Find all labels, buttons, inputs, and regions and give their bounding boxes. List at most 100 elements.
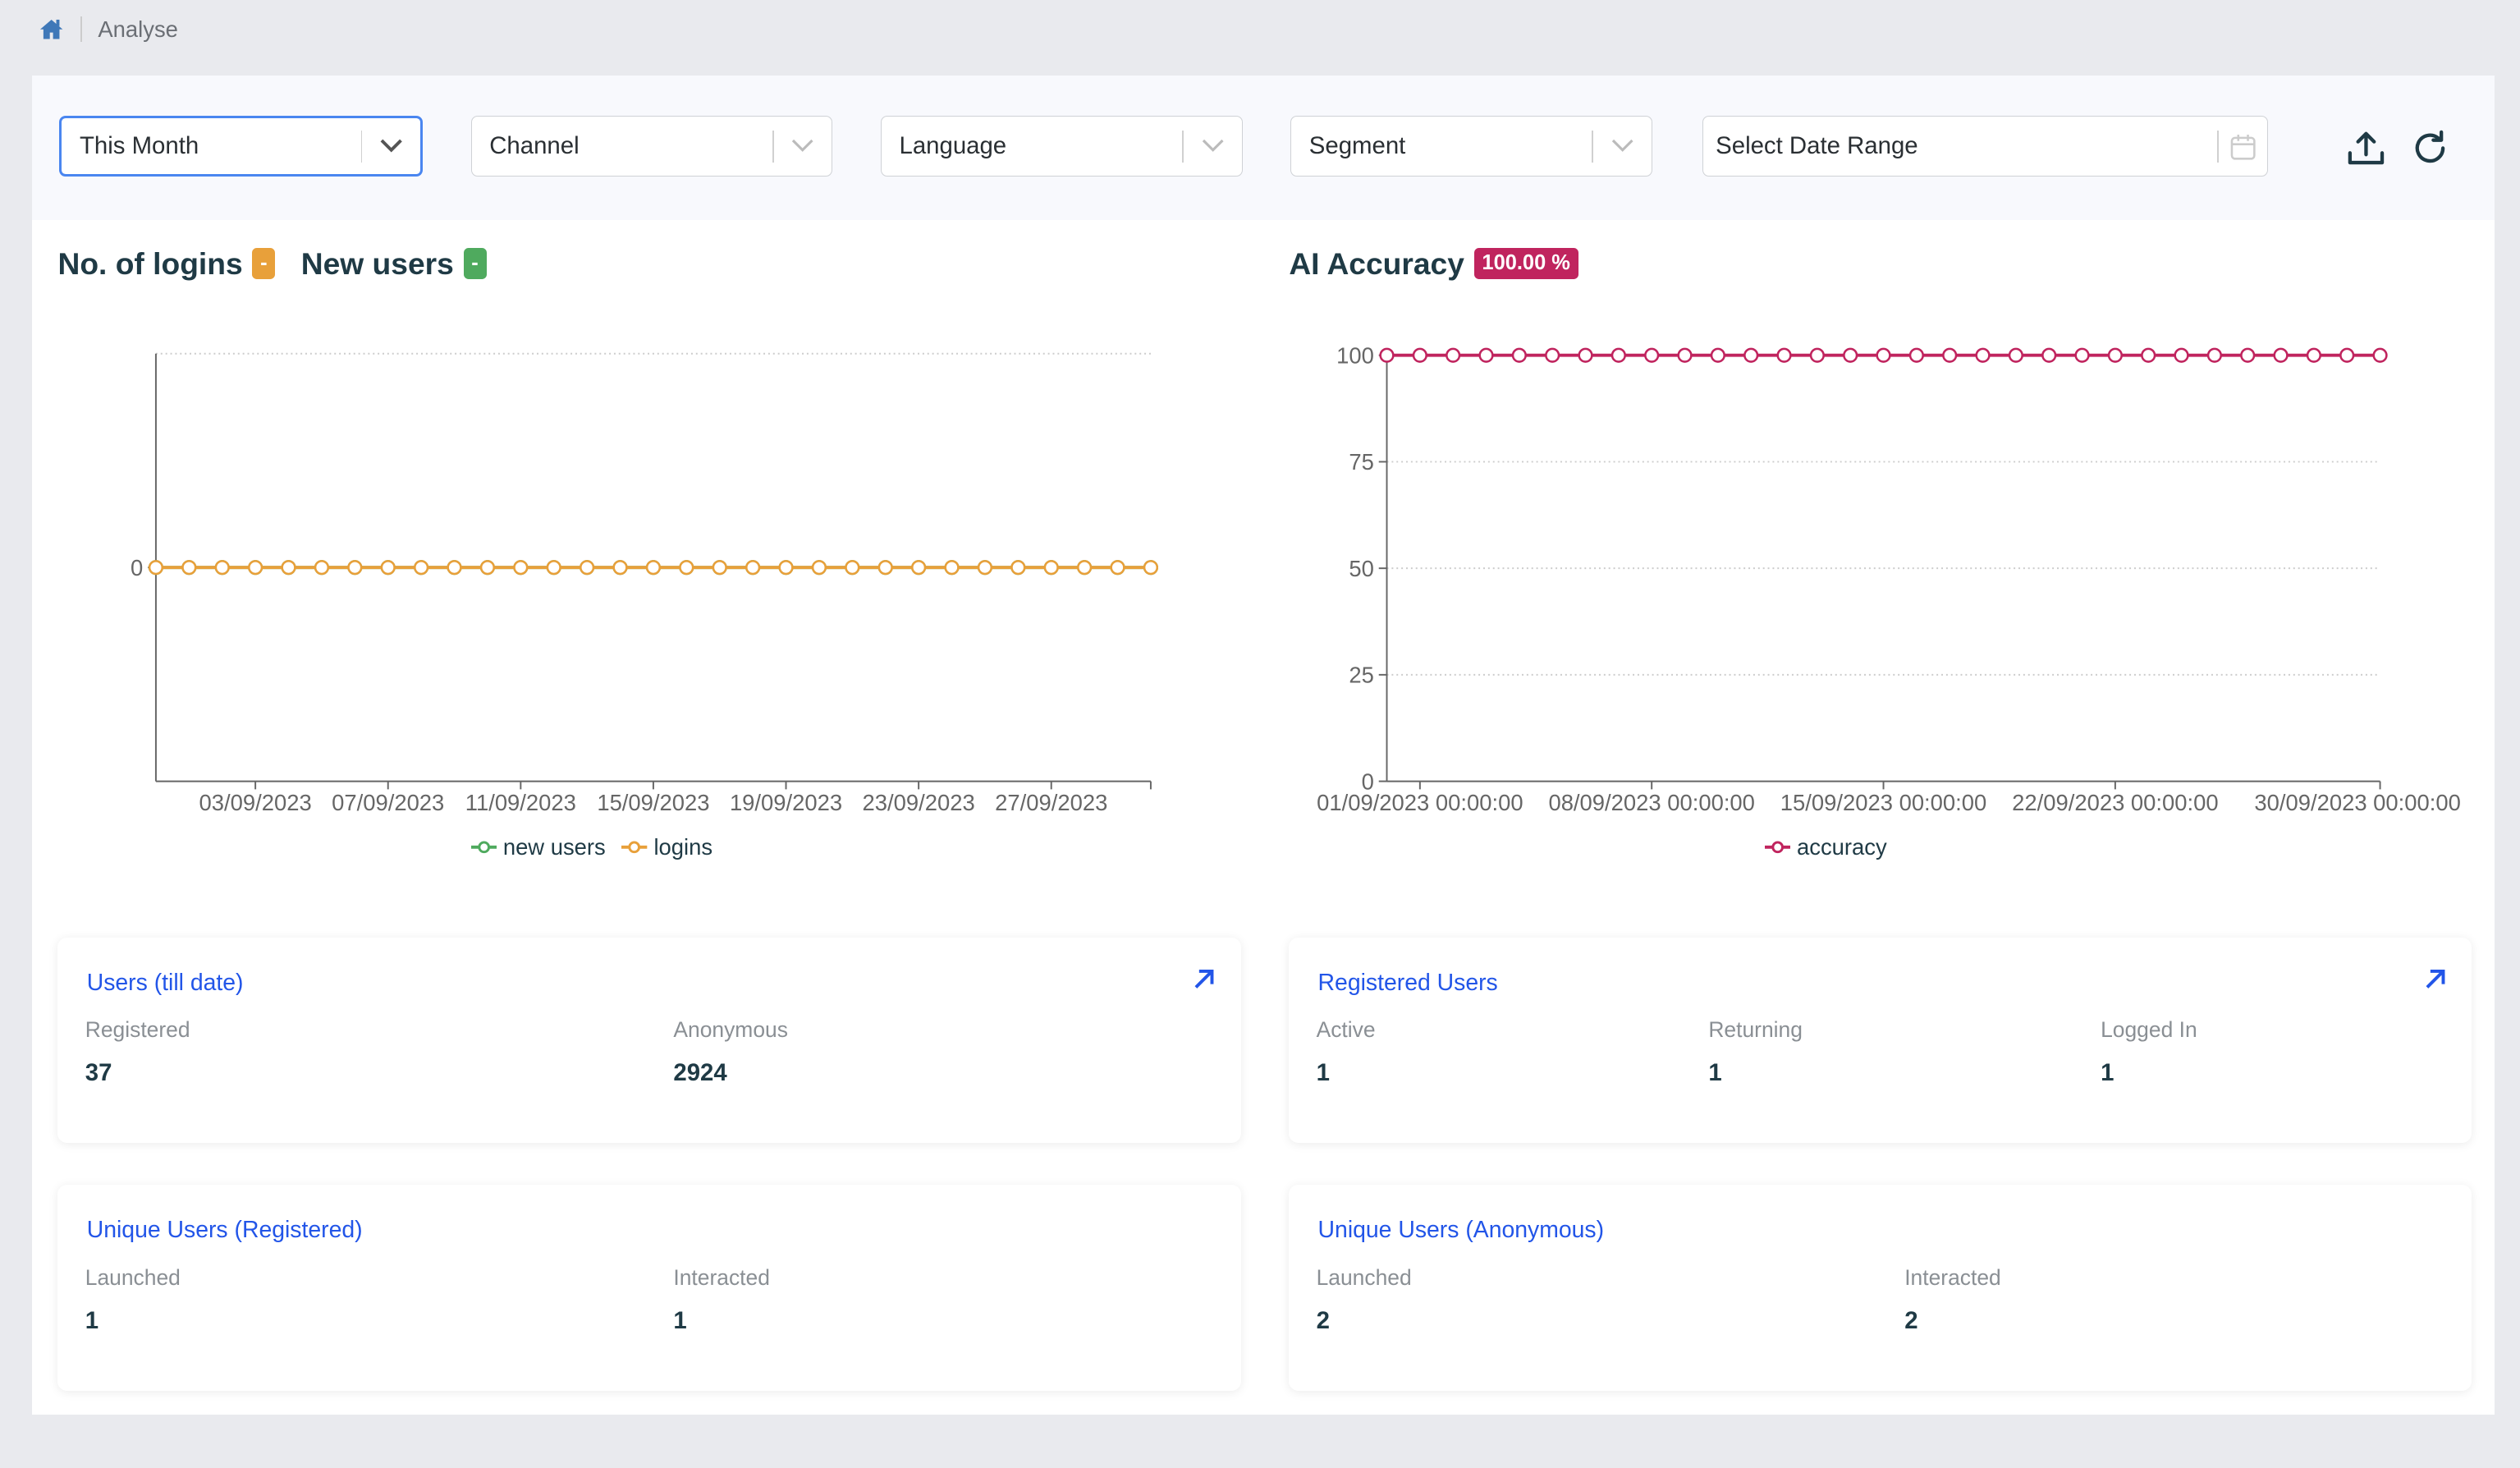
data-point (2174, 347, 2189, 363)
data-point (911, 560, 927, 576)
data-point (1478, 347, 1494, 363)
x-tick-label: 03/09/2023 (199, 790, 312, 815)
y-tick-label: 75 (1349, 449, 1374, 475)
x-tick-label: 19/09/2023 (730, 790, 842, 815)
y-tick-label: 0 (131, 555, 143, 580)
data-point (281, 560, 296, 576)
data-point (2372, 347, 2388, 363)
data-point (2141, 347, 2156, 363)
data-point (1379, 347, 1395, 363)
data-point (811, 560, 827, 576)
data-point (612, 560, 628, 576)
data-point (479, 560, 496, 576)
y-tick-label: 50 (1349, 556, 1374, 581)
data-point (2273, 347, 2289, 363)
x-tick-label: 27/09/2023 (995, 790, 1107, 815)
data-point (1909, 347, 1925, 363)
stat-interacted: Interacted 2 (1904, 1264, 2001, 1334)
data-point (845, 560, 860, 576)
unique-users-anonymous-card: Unique Users (Anonymous) Launched 2 Inter… (1289, 1185, 2472, 1391)
card-title: Unique Users (Anonymous) (1317, 1217, 1605, 1244)
data-point (1876, 347, 1891, 363)
data-point (148, 560, 164, 576)
legend-item-logins[interactable]: logins (621, 834, 712, 860)
legend-item-new-users[interactable]: new users (470, 834, 606, 860)
x-tick-label: 08/09/2023 00:00:00 (1549, 790, 1755, 815)
card-title: Registered Users (1317, 969, 1498, 996)
data-point (1545, 347, 1560, 363)
data-point (1010, 560, 1026, 576)
data-point (546, 560, 561, 576)
x-tick-label: 11/09/2023 (465, 790, 576, 815)
y-tick-label: 100 (1336, 343, 1374, 369)
accuracy-chart: 025507510001/09/2023 00:00:00 08/09/2023 … (1317, 343, 2461, 815)
data-point (1043, 560, 1059, 576)
card-title: Unique Users (Registered) (86, 1217, 363, 1244)
x-tick-label: 15/09/2023 (597, 790, 709, 815)
data-point (1578, 347, 1593, 363)
data-point (314, 560, 330, 576)
data-point (1710, 347, 1726, 363)
data-point (181, 560, 197, 576)
data-point (1743, 347, 1759, 363)
data-point (1809, 347, 1826, 363)
x-tick-label: 23/09/2023 (863, 790, 975, 815)
data-point (745, 560, 761, 576)
data-point (580, 560, 595, 576)
x-tick-label: 15/09/2023 00:00:00 (1780, 790, 1986, 815)
data-point (414, 560, 429, 576)
arrow-up-right-icon[interactable] (2424, 968, 2446, 990)
data-point (1110, 560, 1125, 576)
data-point (380, 560, 396, 576)
accuracy-chart-legend: accuracy (1764, 834, 1887, 860)
data-point (1644, 347, 1660, 363)
data-point (2009, 347, 2024, 363)
stat-returning: Returning 1 (1708, 1017, 1803, 1086)
data-point (1611, 347, 1627, 363)
data-point (2339, 347, 2355, 363)
data-point (944, 560, 960, 576)
unique-users-registered-card: Unique Users (Registered) Launched 1 Inte… (57, 1185, 1241, 1391)
x-tick-label: 22/09/2023 00:00:00 (2012, 790, 2218, 815)
stat-logged-in: Logged In 1 (2101, 1017, 2197, 1086)
data-point (214, 560, 230, 576)
stat-registered: Registered 37 (85, 1017, 190, 1086)
stat-anonymous: Anonymous 2924 (673, 1017, 788, 1086)
legend-item-accuracy[interactable]: accuracy (1764, 834, 1887, 860)
data-point (1412, 347, 1428, 363)
x-tick-label: 30/09/2023 00:00:00 (2255, 790, 2461, 815)
data-point (513, 560, 529, 576)
data-point (977, 560, 993, 576)
stat-interacted: Interacted 1 (673, 1264, 770, 1334)
data-point (1776, 347, 1792, 363)
x-tick-label: 07/09/2023 (332, 790, 444, 815)
data-point (645, 560, 662, 576)
data-point (1677, 347, 1693, 363)
users-till-date-card: Users (till date) Registered 37 Anonymous… (57, 937, 1241, 1144)
data-point (248, 560, 263, 576)
data-point (1446, 347, 1461, 363)
data-point (2240, 347, 2256, 363)
data-point (2207, 347, 2223, 363)
card-title: Users (till date) (86, 969, 244, 996)
data-point (1843, 347, 1858, 363)
data-point (1511, 347, 1528, 363)
stat-active: Active 1 (1316, 1017, 1376, 1086)
data-point (1942, 347, 1958, 363)
arrow-up-right-icon[interactable] (1193, 968, 1215, 990)
data-point (778, 560, 794, 576)
logins-chart-legend: new users logins (470, 834, 712, 860)
data-point (1143, 560, 1159, 576)
data-point (1077, 560, 1093, 576)
data-point (2041, 347, 2057, 363)
data-point (679, 560, 694, 576)
stat-launched: Launched 1 (85, 1264, 181, 1334)
stat-launched: Launched 2 (1316, 1264, 1412, 1334)
data-point (712, 560, 727, 576)
data-point (347, 560, 363, 576)
data-point (2074, 347, 2090, 363)
data-point (2307, 347, 2322, 363)
registered-users-card: Registered Users Active 1 Returning 1 Logg… (1289, 937, 2472, 1144)
data-point (2108, 347, 2124, 363)
data-point (447, 560, 462, 576)
